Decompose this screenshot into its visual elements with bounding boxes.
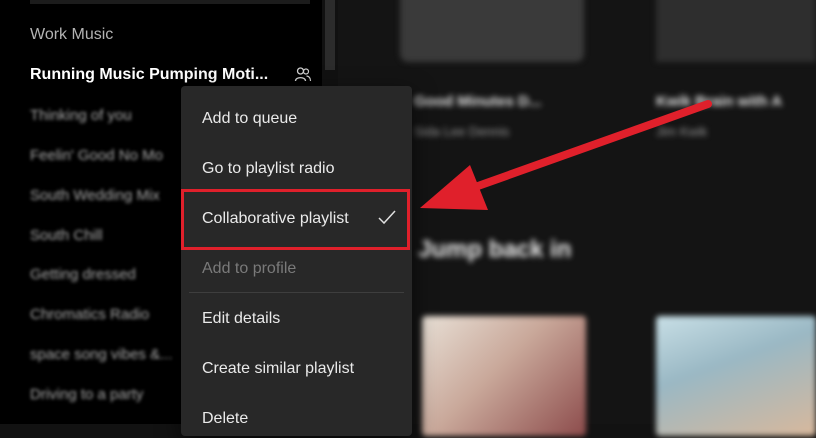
card-title[interactable]: Good Minutes D... bbox=[414, 93, 542, 110]
sidebar-item[interactable]: Feelin' Good No Mo bbox=[30, 147, 163, 164]
annotation-highlight-box bbox=[181, 189, 410, 250]
sidebar-item[interactable]: space song vibes &... bbox=[30, 346, 173, 363]
section-heading: Jump back in bbox=[418, 236, 572, 263]
sidebar-item[interactable]: South Chill bbox=[30, 227, 103, 244]
menu-item-delete[interactable]: Delete bbox=[181, 398, 412, 438]
context-menu: Add to queue Go to playlist radio Collab… bbox=[181, 86, 412, 436]
menu-item-label: Add to queue bbox=[202, 110, 298, 127]
album-tile[interactable] bbox=[656, 316, 816, 436]
menu-item-label: Create similar playlist bbox=[202, 360, 355, 377]
card-subtitle: Sida Lee Dennis bbox=[414, 124, 510, 139]
scrollbar-thumb[interactable] bbox=[325, 0, 335, 70]
collaborative-people-icon bbox=[294, 67, 312, 82]
album-tile[interactable] bbox=[422, 316, 586, 436]
menu-item-label: Edit details bbox=[202, 310, 281, 327]
card-artwork[interactable] bbox=[400, 0, 584, 62]
sidebar-item[interactable]: Thinking of you bbox=[30, 107, 132, 124]
menu-divider bbox=[189, 292, 404, 293]
card-artwork[interactable] bbox=[656, 0, 816, 62]
menu-item-add-to-queue[interactable]: Add to queue bbox=[181, 98, 412, 138]
sidebar-item[interactable]: South Wedding Mix bbox=[30, 187, 160, 204]
sidebar-item[interactable]: Getting dressed bbox=[30, 266, 136, 283]
sidebar-item[interactable]: Driving to a party bbox=[30, 386, 143, 403]
menu-item-label: Go to playlist radio bbox=[202, 160, 335, 177]
menu-item-label: Add to profile bbox=[202, 260, 297, 277]
sidebar-item-work-music[interactable]: Work Music bbox=[30, 26, 113, 44]
menu-item-edit-details[interactable]: Edit details bbox=[181, 298, 412, 338]
menu-item-add-to-profile: Add to profile bbox=[181, 248, 412, 288]
card-title[interactable]: Kwik Brain with A bbox=[656, 93, 782, 110]
menu-item-playlist-radio[interactable]: Go to playlist radio bbox=[181, 148, 412, 188]
menu-item-create-similar-playlist[interactable]: Create similar playlist bbox=[181, 348, 412, 388]
card-subtitle: Jim Kwik bbox=[656, 124, 708, 139]
menu-item-label: Delete bbox=[202, 410, 249, 427]
sidebar-divider bbox=[30, 0, 310, 4]
sidebar-item-running-music[interactable]: Running Music Pumping Moti... bbox=[30, 66, 268, 84]
sidebar-item[interactable]: Chromatics Radio bbox=[30, 306, 149, 323]
